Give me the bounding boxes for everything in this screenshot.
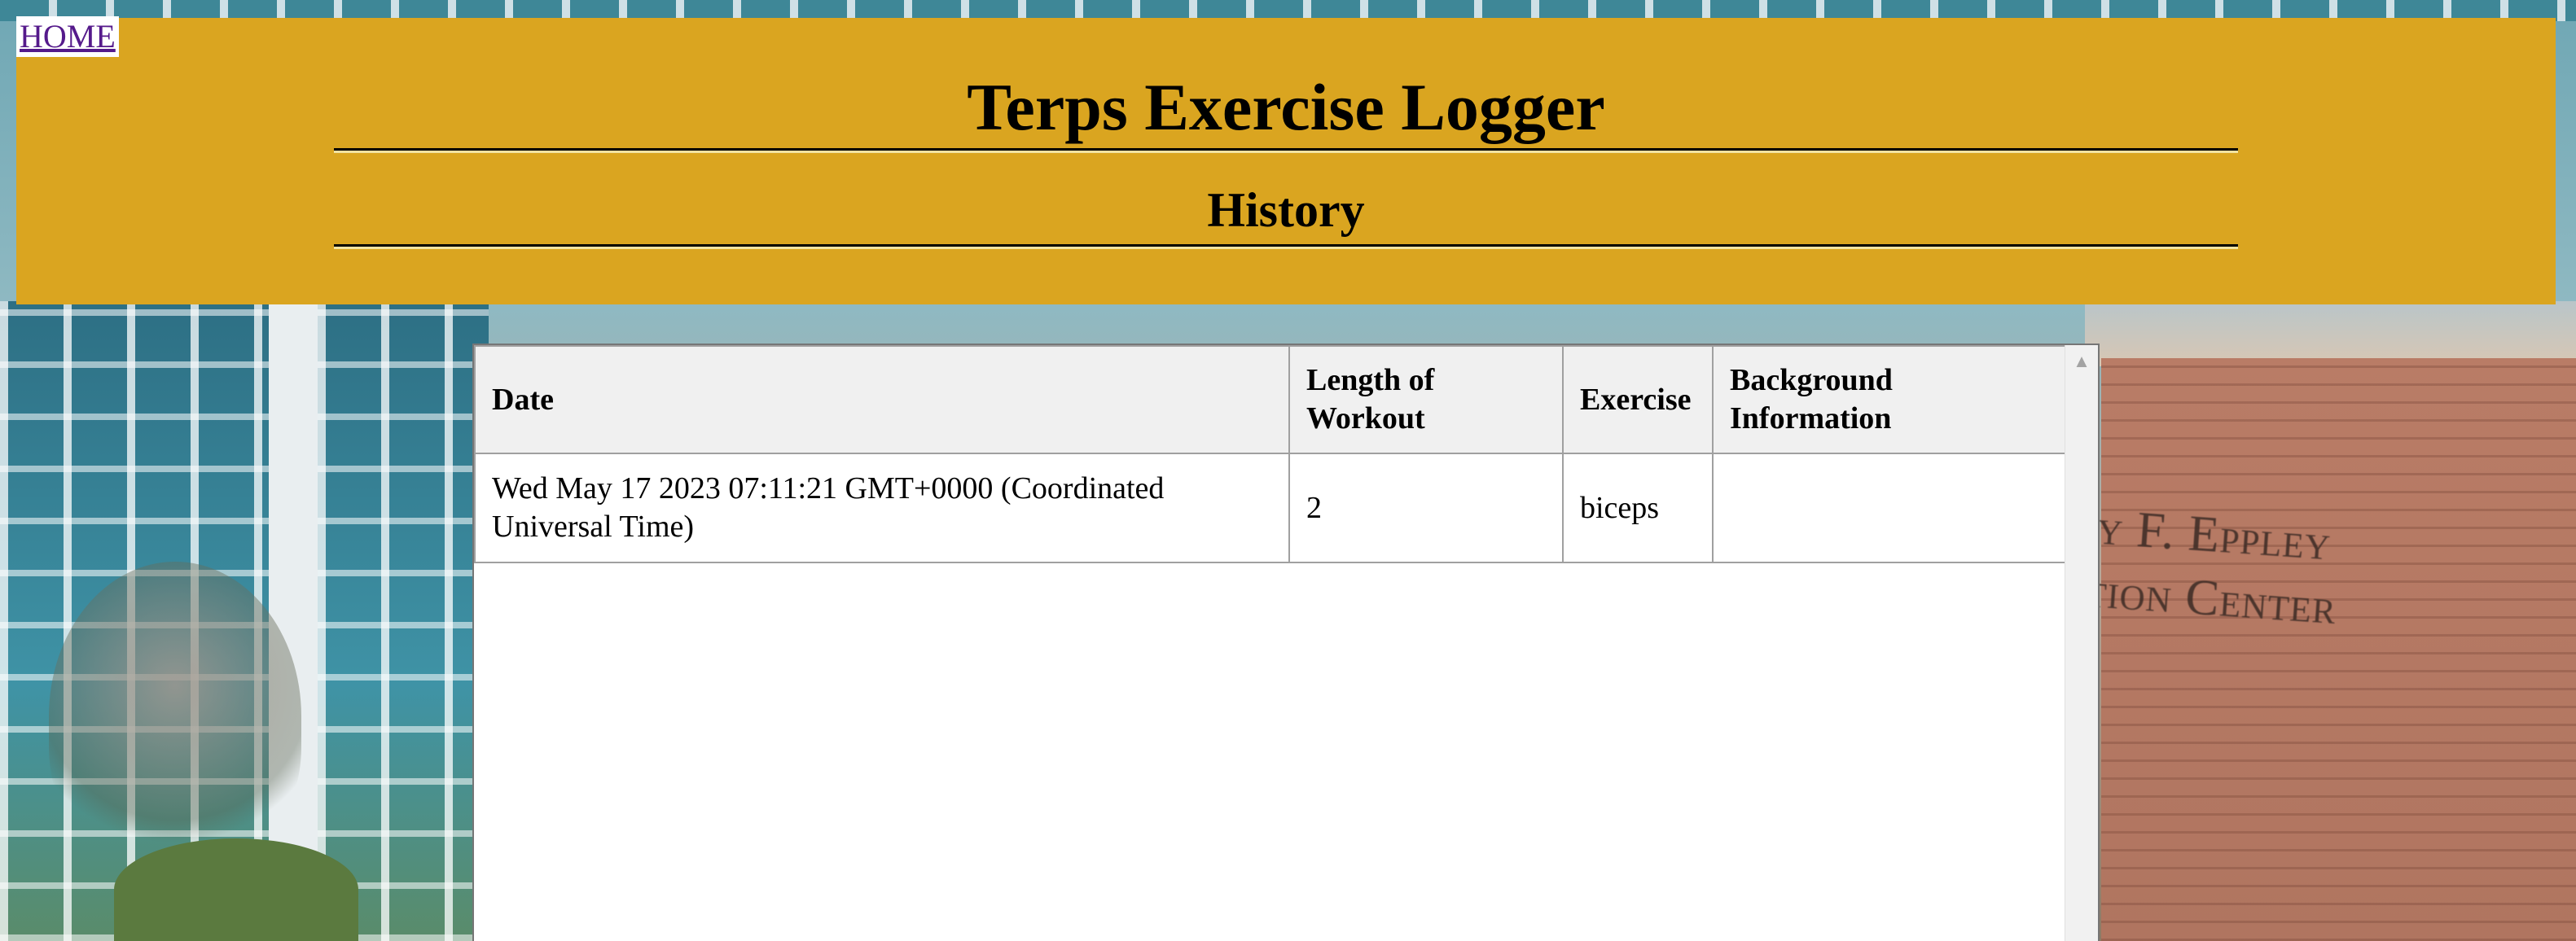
column-header-date: Date: [474, 345, 1290, 454]
background-tree: [49, 562, 301, 871]
scroll-up-arrow-icon[interactable]: ▲: [2065, 345, 2098, 378]
table-row: Wed May 17 2023 07:11:21 GMT+0000 (Coord…: [474, 453, 2067, 563]
cell-length: 2: [1288, 453, 1564, 563]
table-header-row: Date Length of Workout Exercise Backgrou…: [474, 345, 2067, 454]
cell-date: Wed May 17 2023 07:11:21 GMT+0000 (Coord…: [474, 453, 1290, 563]
page-title: Terps Exercise Logger: [967, 70, 1605, 144]
column-header-exercise: Exercise: [1562, 345, 1714, 454]
header-divider-bottom: [334, 244, 2238, 249]
cell-exercise: biceps: [1562, 453, 1714, 563]
header-divider-top: [334, 148, 2238, 153]
home-link[interactable]: HOME: [16, 16, 119, 57]
column-header-length: Length of Workout: [1288, 345, 1564, 454]
history-table-scroll-area[interactable]: Date Length of Workout Exercise Backgrou…: [474, 345, 2067, 941]
column-header-background: Background Information: [1712, 345, 2067, 454]
cell-background: [1712, 453, 2067, 563]
history-table: Date Length of Workout Exercise Backgrou…: [474, 345, 2067, 563]
background-bush: [114, 838, 358, 941]
header-banner: Terps Exercise Logger History: [16, 18, 2556, 304]
vertical-scrollbar[interactable]: ▲: [2065, 345, 2098, 941]
history-table-panel: Date Length of Workout Exercise Backgrou…: [472, 344, 2100, 941]
page-subtitle: History: [1207, 183, 1365, 237]
background-brick-wall: [2101, 358, 2576, 941]
background-roofline: [2085, 301, 2576, 366]
